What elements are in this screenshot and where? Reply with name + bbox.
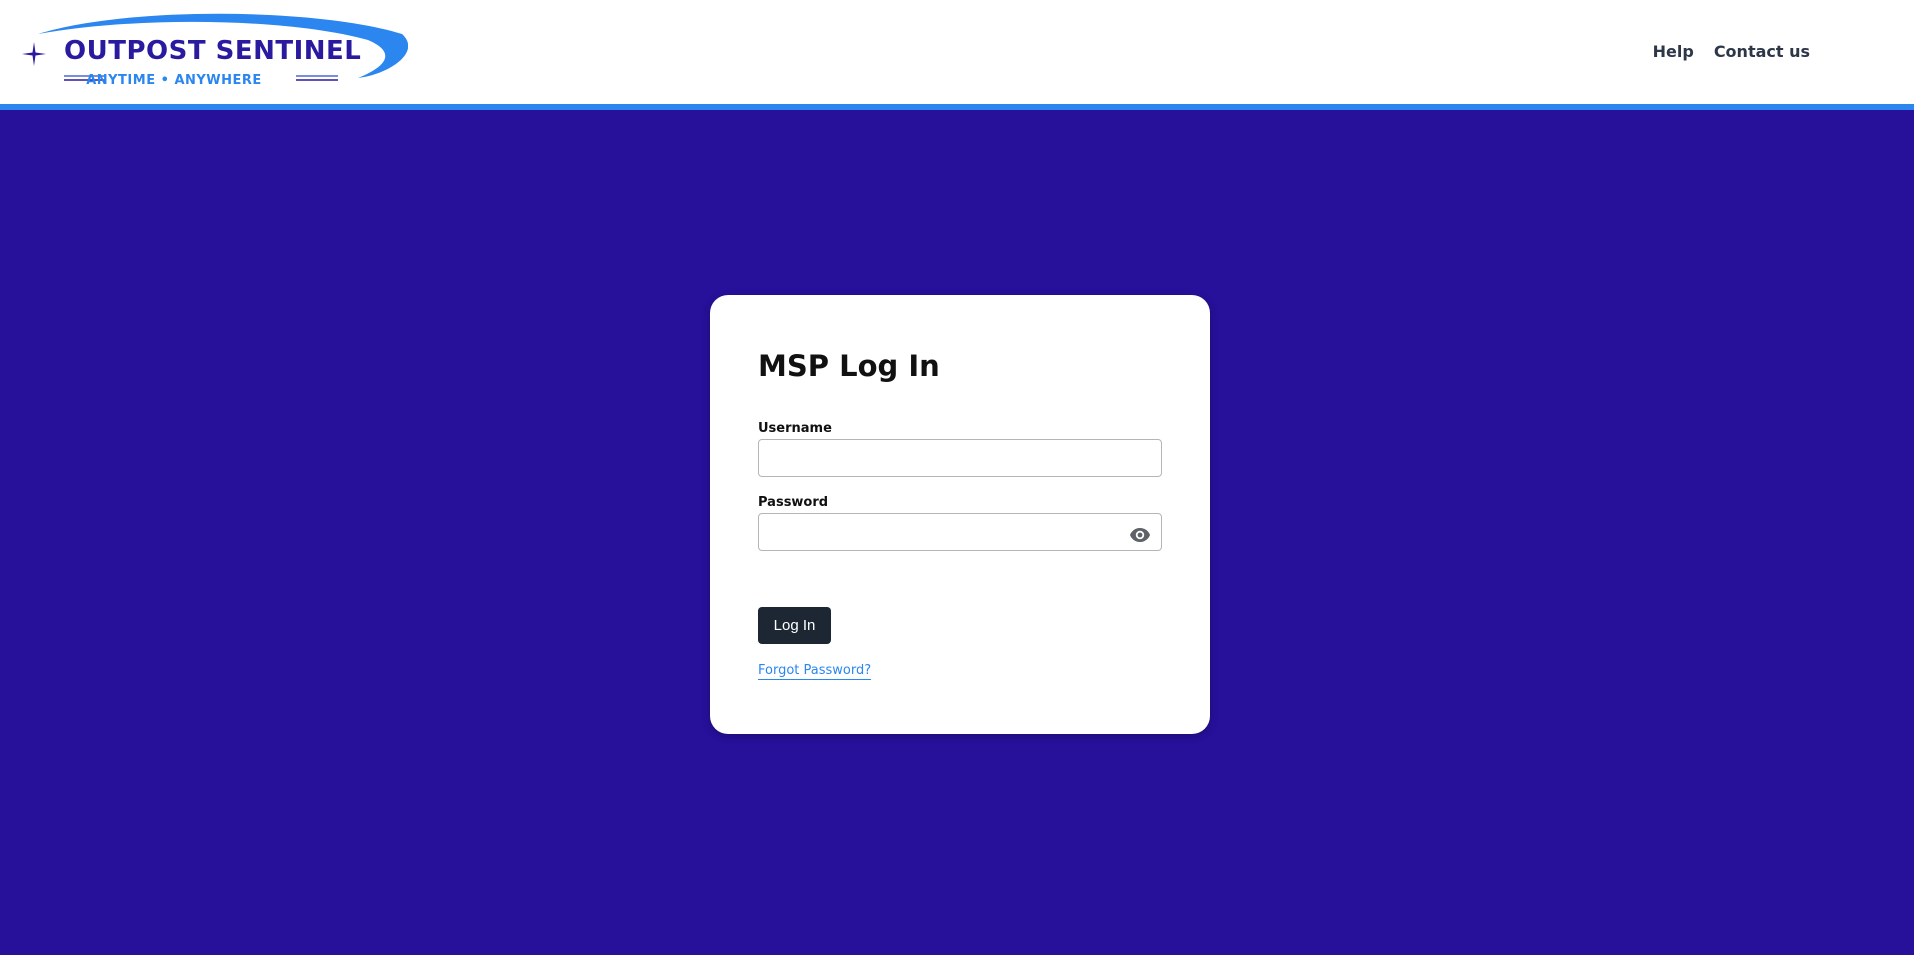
username-input[interactable] [758, 439, 1162, 477]
logo-tagline: ANYTIME • ANYWHERE [86, 73, 262, 88]
nav-help-link[interactable]: Help [1653, 42, 1694, 61]
log-in-button[interactable]: Log In [758, 607, 831, 644]
sparkle-star-icon [22, 42, 46, 66]
header-nav: Help Contact us [1653, 42, 1810, 61]
password-label: Password [758, 495, 829, 510]
nav-contact-us-link[interactable]: Contact us [1714, 42, 1810, 61]
forgot-password-link[interactable]: Forgot Password? [758, 663, 872, 680]
username-label: Username [758, 421, 832, 436]
outpost-sentinel-logo[interactable]: OUTPOST SENTINEL ANYTIME • ANYWHERE [18, 12, 408, 92]
site-header: OUTPOST SENTINEL ANYTIME • ANYWHERE Help… [0, 0, 1914, 110]
page-title: MSP Log In [758, 349, 940, 383]
login-card: MSP Log In Username Password Log In Forg… [710, 295, 1210, 734]
eye-icon[interactable] [1128, 523, 1152, 547]
logo-title: OUTPOST SENTINEL [64, 36, 362, 66]
password-input[interactable] [758, 513, 1162, 551]
